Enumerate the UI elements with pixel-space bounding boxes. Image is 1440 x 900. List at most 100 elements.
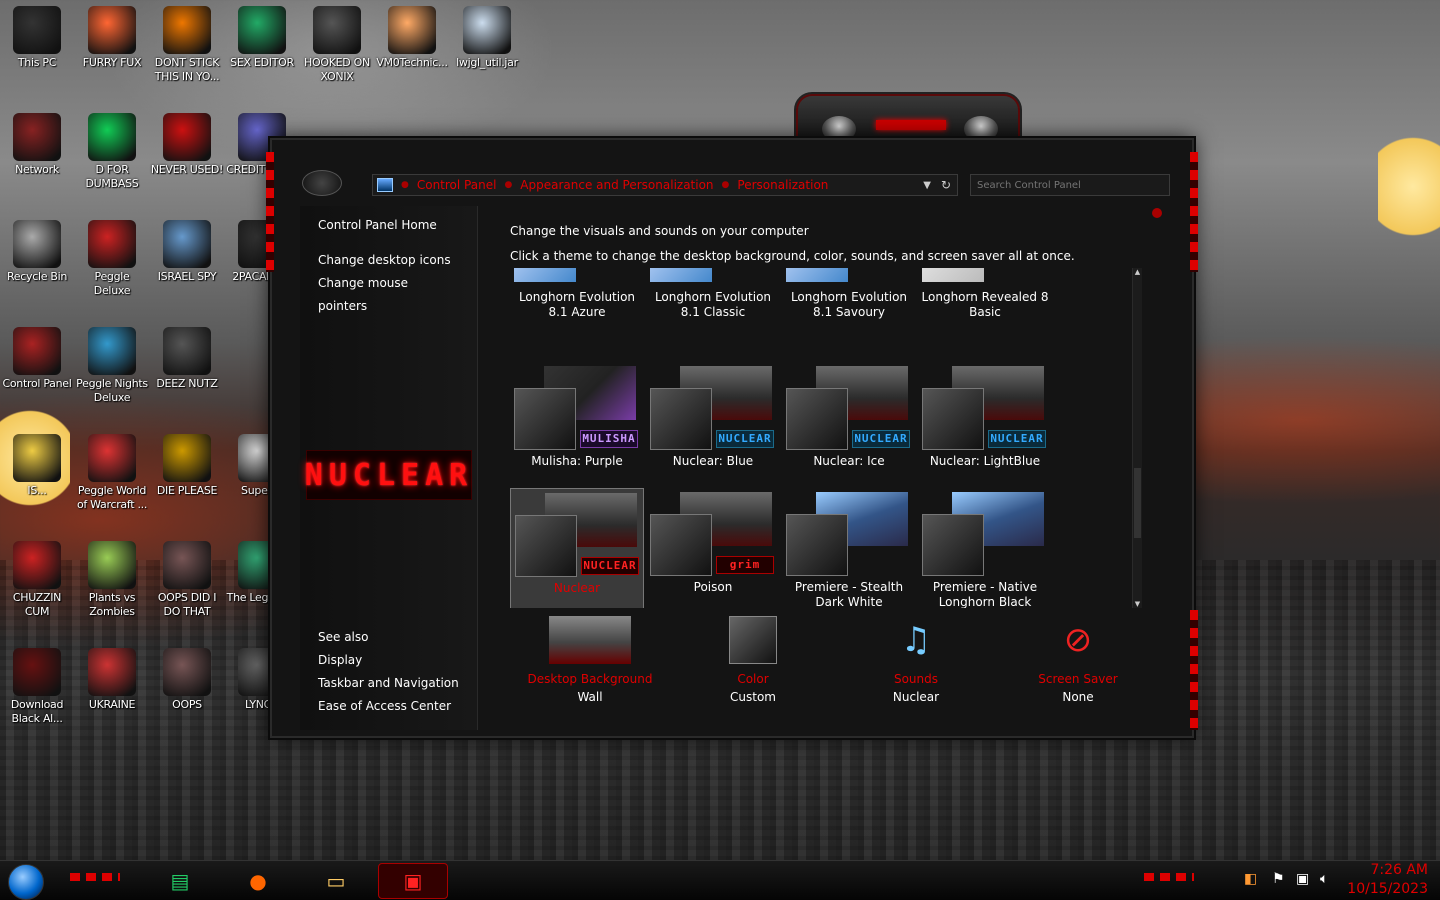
taskbar-firefox-icon[interactable]: ● bbox=[236, 863, 280, 899]
desktop-icon[interactable]: IS... bbox=[0, 434, 74, 498]
personalization-window: ● Control Panel ● Appearance and Persona… bbox=[266, 138, 1198, 738]
theme-scrollbar[interactable]: ▲ ▼ bbox=[1132, 268, 1142, 608]
color-value: Custom bbox=[730, 690, 776, 704]
app-icon bbox=[13, 541, 61, 589]
tray-network-icon[interactable]: ▣ bbox=[1296, 871, 1309, 887]
theme-item[interactable]: Longhorn Evolution 8.1 Classic bbox=[646, 268, 780, 360]
theme-label: Premiere - Native Longhorn Black bbox=[932, 580, 1038, 608]
tray-app-icon[interactable]: ◧ bbox=[1244, 871, 1257, 887]
sidebar-change-mouse-pointers[interactable]: Change mouse pointers bbox=[300, 272, 477, 318]
taskbar-decoration-left bbox=[70, 873, 120, 881]
search-input[interactable] bbox=[970, 174, 1170, 196]
theme-item[interactable]: Premiere - Stealth Dark White bbox=[782, 488, 916, 608]
desktop-icon[interactable]: DEEZ NUTZ bbox=[150, 327, 224, 391]
start-button[interactable] bbox=[8, 864, 44, 900]
desktop-icon[interactable]: NEVER USED! bbox=[150, 113, 224, 177]
desktop-icon-label: VM0Technic... bbox=[376, 56, 448, 69]
scroll-down-icon[interactable]: ▼ bbox=[1133, 600, 1142, 608]
desktop-icon[interactable]: Recycle Bin bbox=[0, 220, 74, 284]
theme-item[interactable]: NUCLEAR Nuclear: Ice bbox=[782, 362, 916, 486]
taskbar-notes-app-icon[interactable]: ▤ bbox=[158, 863, 202, 899]
color-title: Color bbox=[737, 672, 769, 686]
theme-item[interactable]: Longhorn Evolution 8.1 Savoury bbox=[782, 268, 916, 360]
desktop-icon[interactable]: Peggle Deluxe bbox=[75, 220, 149, 298]
scroll-thumb[interactable] bbox=[1134, 468, 1141, 538]
desktop-icon[interactable]: Plants vs Zombies bbox=[75, 541, 149, 619]
breadcrumb-personalization[interactable]: Personalization bbox=[737, 178, 828, 192]
refresh-icon[interactable]: ↻ bbox=[941, 178, 951, 192]
desktop-icon[interactable]: VM0Technic... bbox=[375, 6, 449, 70]
breadcrumb-control-panel[interactable]: Control Panel bbox=[417, 178, 497, 192]
see-also-taskbar[interactable]: Taskbar and Navigation bbox=[300, 672, 477, 695]
desktop-icon-label: HOOKED ON XONIX bbox=[304, 56, 370, 83]
see-also-ease-of-access[interactable]: Ease of Access Center bbox=[300, 695, 477, 718]
breadcrumb-separator-icon: ● bbox=[504, 180, 513, 190]
taskbar-decoration-right bbox=[1144, 873, 1194, 881]
app-icon bbox=[13, 220, 61, 268]
see-also-heading: See also bbox=[318, 630, 369, 644]
sounds-value: Nuclear bbox=[892, 690, 940, 704]
theme-badge: NUCLEAR bbox=[852, 430, 910, 448]
desktop-icon-label: Peggle World of Warcraft ... bbox=[76, 484, 148, 511]
theme-item[interactable]: Longhorn Evolution 8.1 Azure bbox=[510, 268, 644, 360]
desktop-icon[interactable]: SEX EDITOR bbox=[225, 6, 299, 70]
breadcrumb-appearance[interactable]: Appearance and Personalization bbox=[520, 178, 713, 192]
theme-item[interactable]: Longhorn Revealed 8 Basic bbox=[918, 268, 1052, 360]
desktop-icon[interactable]: Peggle Nights Deluxe bbox=[75, 327, 149, 405]
desktop-icon-label: lwjgl_util.jar bbox=[456, 56, 518, 69]
desktop-icon[interactable]: HOOKED ON XONIX bbox=[300, 6, 374, 84]
scroll-up-icon[interactable]: ▲ bbox=[1133, 268, 1142, 276]
desktop-icon[interactable]: OOPS DID I DO THAT bbox=[150, 541, 224, 619]
theme-wallpaper-thumbnail bbox=[650, 268, 712, 282]
tray-volume-icon[interactable]: 🔈︎ bbox=[1320, 871, 1328, 887]
desktop-icon[interactable]: Control Panel bbox=[0, 327, 74, 391]
desktop-icon[interactable]: Download Black Al... bbox=[0, 648, 74, 726]
desktop-icon[interactable]: Network bbox=[0, 113, 74, 177]
desktop-icon[interactable]: D FOR DUMBASS bbox=[75, 113, 149, 191]
desktop-icon[interactable]: FURRY FUX bbox=[75, 6, 149, 70]
dropdown-chevron-icon[interactable]: ▼ bbox=[923, 180, 931, 191]
screen-saver-button[interactable]: ⊘ Screen Saver None bbox=[1008, 616, 1148, 706]
theme-label: Nuclear bbox=[553, 581, 601, 595]
desktop-icon[interactable]: ISRAEL SPY bbox=[150, 220, 224, 284]
tray-flag-icon[interactable]: ⚑ bbox=[1272, 871, 1285, 887]
desktop-icon[interactable]: lwjgl_util.jar bbox=[450, 6, 524, 70]
color-button[interactable]: Color Custom bbox=[683, 616, 823, 706]
app-icon bbox=[163, 6, 211, 54]
taskbar-clock[interactable]: 7:26 AM 10/15/2023 bbox=[1347, 861, 1428, 899]
back-button[interactable] bbox=[302, 170, 342, 196]
theme-item[interactable]: NUCLEAR Nuclear: LightBlue bbox=[918, 362, 1052, 486]
desktop-icon[interactable]: This PC bbox=[0, 6, 74, 70]
taskbar-control-panel-icon[interactable]: ▣ bbox=[378, 863, 448, 899]
window-edge-decoration bbox=[1190, 152, 1198, 272]
desktop-background-button[interactable]: Desktop Background Wall bbox=[520, 616, 660, 706]
desktop-icon[interactable]: CHUZZIN CUM bbox=[0, 541, 74, 619]
sidebar-change-desktop-icons[interactable]: Change desktop icons bbox=[300, 249, 477, 272]
cartoon-character-right bbox=[1378, 128, 1440, 258]
desktop-icon[interactable]: Peggle World of Warcraft ... bbox=[75, 434, 149, 512]
address-bar[interactable]: ● Control Panel ● Appearance and Persona… bbox=[372, 174, 958, 196]
screen-saver-title: Screen Saver bbox=[1038, 672, 1118, 686]
help-icon[interactable] bbox=[1152, 208, 1162, 218]
desktop-icon[interactable]: UKRAINE bbox=[75, 648, 149, 712]
theme-label: Mulisha: Purple bbox=[531, 454, 623, 468]
desktop-icon-label: SEX EDITOR bbox=[230, 56, 294, 69]
theme-item[interactable]: NUCLEAR Nuclear bbox=[510, 488, 644, 608]
desktop-icon-label: CHUZZIN CUM bbox=[12, 591, 62, 618]
theme-item[interactable]: Premiere - Native Longhorn Black bbox=[918, 488, 1052, 608]
desktop-background-value: Wall bbox=[577, 690, 603, 704]
see-also-display[interactable]: Display bbox=[300, 649, 477, 672]
desktop-icon-label: Control Panel bbox=[2, 377, 72, 390]
theme-list: Longhorn Evolution 8.1 Azure Longhorn Evo… bbox=[510, 268, 1160, 608]
theme-item[interactable]: NUCLEAR Nuclear: Blue bbox=[646, 362, 780, 486]
desktop-icon[interactable]: DIE PLEASE bbox=[150, 434, 224, 498]
desktop-icon[interactable]: DONT STICK THIS IN YO... bbox=[150, 6, 224, 84]
sidebar-control-panel-home[interactable]: Control Panel Home bbox=[300, 214, 477, 237]
theme-color-swatch bbox=[515, 515, 577, 577]
theme-item[interactable]: MULISHA Mulisha: Purple bbox=[510, 362, 644, 486]
taskbar-file-explorer-icon[interactable]: ▭ bbox=[314, 863, 358, 899]
sounds-button[interactable]: ♫ Sounds Nuclear bbox=[846, 616, 986, 706]
desktop-icon[interactable]: OOPS bbox=[150, 648, 224, 712]
theme-item[interactable]: grim Poison bbox=[646, 488, 780, 608]
desktop-icon-label: OOPS bbox=[172, 698, 202, 711]
